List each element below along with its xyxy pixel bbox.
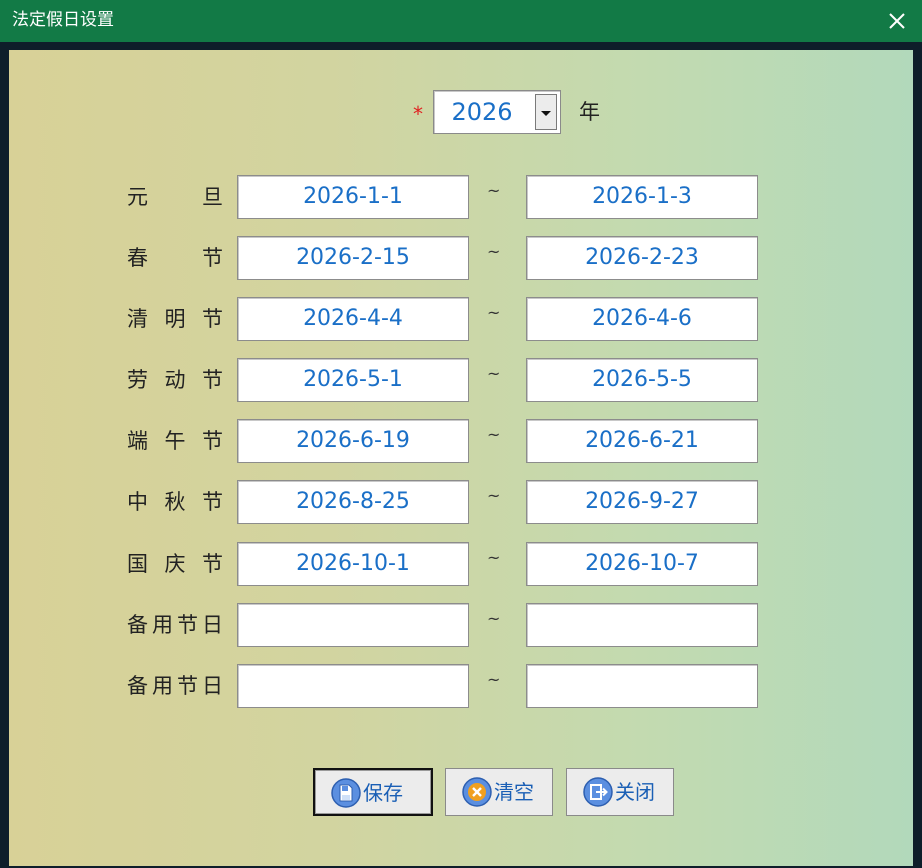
end-date-field[interactable]: 2026-2-23 <box>526 236 758 280</box>
window-title: 法定假日设置 <box>12 10 114 30</box>
date-range-separator: ~ <box>487 486 501 505</box>
start-date-field[interactable] <box>237 603 469 647</box>
start-date-field[interactable]: 2026-4-4 <box>237 297 469 341</box>
holiday-row: 春 节 2026-2-15 ~2026-2-23 <box>9 236 913 280</box>
holiday-label: 春 节 <box>127 246 223 270</box>
start-date-field[interactable]: 2026-10-1 <box>237 542 469 586</box>
clear-button-label: 清空 <box>494 780 534 804</box>
end-date-field[interactable] <box>526 664 758 708</box>
save-button[interactable]: 保存 <box>313 768 433 816</box>
start-date-field[interactable]: 2026-6-19 <box>237 419 469 463</box>
year-value: 2026 <box>451 98 513 126</box>
save-icon <box>331 778 361 808</box>
close-icon <box>889 13 905 29</box>
date-range-separator: ~ <box>487 548 501 567</box>
start-date-field[interactable] <box>237 664 469 708</box>
end-date-field[interactable]: 2026-4-6 <box>526 297 758 341</box>
end-date-field[interactable]: 2026-9-27 <box>526 480 758 524</box>
end-date-field[interactable]: 2026-10-7 <box>526 542 758 586</box>
start-date-field[interactable]: 2026-1-1 <box>237 175 469 219</box>
clear-button[interactable]: 清空 <box>445 768 553 816</box>
holiday-settings-window: 法定假日设置 * 2026 年 元 旦 2026-1-1 ~2026-1-3 春 节 2… <box>0 0 922 868</box>
year-dropdown-button[interactable] <box>535 94 557 130</box>
date-range-separator: ~ <box>487 364 501 383</box>
holiday-row: 清 明 节 2026-4-4 ~2026-4-6 <box>9 297 913 341</box>
date-range-separator: ~ <box>487 670 501 689</box>
start-date-field[interactable]: 2026-2-15 <box>237 236 469 280</box>
holiday-label: 国 庆 节 <box>127 552 223 576</box>
close-window-button[interactable] <box>880 4 914 38</box>
holiday-row: 中 秋 节 2026-8-25 ~2026-9-27 <box>9 480 913 524</box>
date-range-separator: ~ <box>487 181 501 200</box>
close-button-label: 关闭 <box>615 780 655 804</box>
form-panel: * 2026 年 元 旦 2026-1-1 ~2026-1-3 春 节 2026-2-1… <box>9 50 913 866</box>
date-range-separator: ~ <box>487 425 501 444</box>
end-date-field[interactable]: 2026-5-5 <box>526 358 758 402</box>
holiday-row: 国 庆 节 2026-10-1 ~2026-10-7 <box>9 542 913 586</box>
holiday-row: 备用节日 ~ <box>9 664 913 708</box>
holiday-row: 劳 动 节 2026-5-1 ~2026-5-5 <box>9 358 913 402</box>
exit-icon <box>583 777 613 807</box>
start-date-field[interactable]: 2026-8-25 <box>237 480 469 524</box>
holiday-label: 劳 动 节 <box>127 368 223 392</box>
holiday-label: 端 午 节 <box>127 429 223 453</box>
holiday-row: 端 午 节 2026-6-19 ~2026-6-21 <box>9 419 913 463</box>
end-date-field[interactable] <box>526 603 758 647</box>
start-date-field[interactable]: 2026-5-1 <box>237 358 469 402</box>
date-range-separator: ~ <box>487 242 501 261</box>
date-range-separator: ~ <box>487 303 501 322</box>
holiday-label: 备用节日 <box>127 613 223 637</box>
chevron-down-icon <box>541 111 551 116</box>
holiday-label: 中 秋 节 <box>127 490 223 514</box>
close-button[interactable]: 关闭 <box>566 768 674 816</box>
required-marker: * <box>413 102 423 126</box>
year-row: * 2026 年 <box>9 90 913 136</box>
year-unit-label: 年 <box>579 100 600 124</box>
holiday-row: 备用节日 ~ <box>9 603 913 647</box>
save-button-label: 保存 <box>363 781 403 805</box>
holiday-label: 元 旦 <box>127 185 223 209</box>
title-bar: 法定假日设置 <box>0 0 922 42</box>
holiday-label: 清 明 节 <box>127 307 223 331</box>
holiday-row: 元 旦 2026-1-1 ~2026-1-3 <box>9 175 913 219</box>
end-date-field[interactable]: 2026-6-21 <box>526 419 758 463</box>
holiday-label: 备用节日 <box>127 674 223 698</box>
end-date-field[interactable]: 2026-1-3 <box>526 175 758 219</box>
date-range-separator: ~ <box>487 609 501 628</box>
year-select[interactable]: 2026 <box>433 90 561 134</box>
clear-icon <box>462 777 492 807</box>
